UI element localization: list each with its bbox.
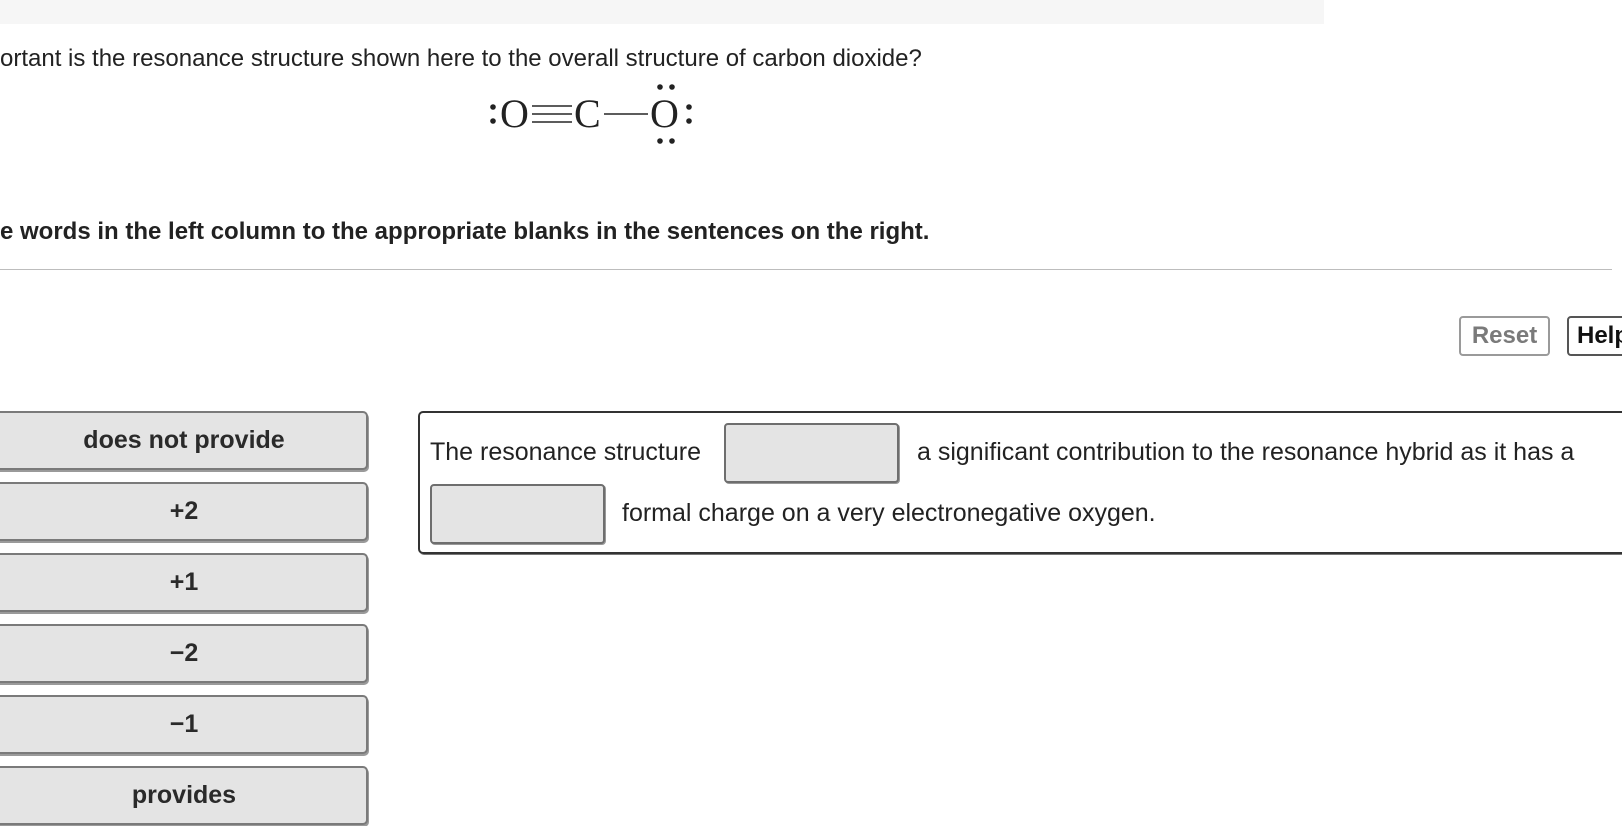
blank-1[interactable] [724,423,899,483]
atom-oxygen-right: O [650,91,679,136]
choice-minus-2[interactable]: −2 [0,624,368,683]
sentence-part-1: The resonance structure [430,438,701,466]
divider [0,269,1612,270]
lewis-structure: O C O [490,84,692,144]
help-button[interactable]: Help [1567,316,1622,356]
choice-does-not-provide[interactable]: does not provide [0,411,368,470]
sentence-part-3: formal charge on a very electronegative … [622,499,1156,527]
top-strip [0,0,1324,24]
atom-oxygen-left: O [500,91,529,136]
choice-plus-2[interactable]: +2 [0,482,368,541]
reset-button[interactable]: Reset [1459,316,1550,356]
question-text: ortant is the resonance structure shown … [0,45,922,72]
blank-2[interactable] [430,484,605,544]
choice-provides[interactable]: provides [0,766,368,825]
atom-carbon: C [574,91,601,136]
instruction-text: e words in the left column to the approp… [0,218,930,245]
sentence-part-2: a significant contribution to the resona… [917,438,1575,466]
sentence-box: The resonance structure a significant co… [418,411,1622,554]
choice-minus-1[interactable]: −1 [0,695,368,754]
choice-plus-1[interactable]: +1 [0,553,368,612]
